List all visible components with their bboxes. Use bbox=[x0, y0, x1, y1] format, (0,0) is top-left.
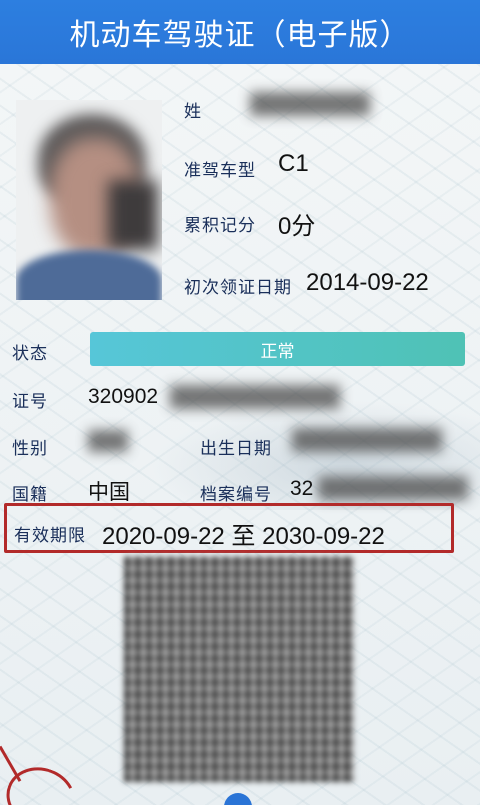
name-redacted bbox=[250, 92, 370, 116]
page-title: 机动车驾驶证（电子版） bbox=[69, 18, 411, 53]
value-first-issue: 2014-09-22 bbox=[306, 269, 429, 296]
holder-photo bbox=[16, 100, 162, 300]
status-badge: 正常 bbox=[90, 332, 465, 366]
label-nationality: 国籍 bbox=[12, 485, 48, 505]
label-status: 状态 bbox=[12, 344, 48, 364]
birth-redacted bbox=[292, 428, 442, 452]
label-points: 累积记分 bbox=[184, 216, 256, 236]
file-no-redacted bbox=[318, 476, 468, 500]
label-file-no: 档案编号 bbox=[200, 485, 272, 505]
value-file-no: 32 bbox=[290, 477, 314, 500]
header-bar: 机动车驾驶证（电子版） bbox=[0, 0, 480, 64]
label-birth: 出生日期 bbox=[200, 439, 272, 459]
label-sex: 性别 bbox=[12, 439, 48, 459]
qr-code[interactable] bbox=[124, 556, 354, 782]
value-class: C1 bbox=[278, 150, 309, 177]
label-class: 准驾车型 bbox=[184, 161, 256, 181]
label-first-issue: 初次领证日期 bbox=[184, 278, 292, 298]
value-points: 0分 bbox=[278, 213, 316, 240]
label-validity: 有效期限 bbox=[14, 526, 86, 546]
label-name: 姓 bbox=[184, 102, 202, 122]
cert-no-redacted bbox=[170, 385, 340, 409]
value-cert-no: 320902 bbox=[88, 385, 159, 408]
label-cert-no: 证号 bbox=[12, 392, 48, 412]
value-nationality: 中国 bbox=[88, 481, 130, 504]
sex-redacted bbox=[88, 430, 128, 452]
value-validity: 2020-09-22 至 2030-09-22 bbox=[102, 523, 385, 550]
